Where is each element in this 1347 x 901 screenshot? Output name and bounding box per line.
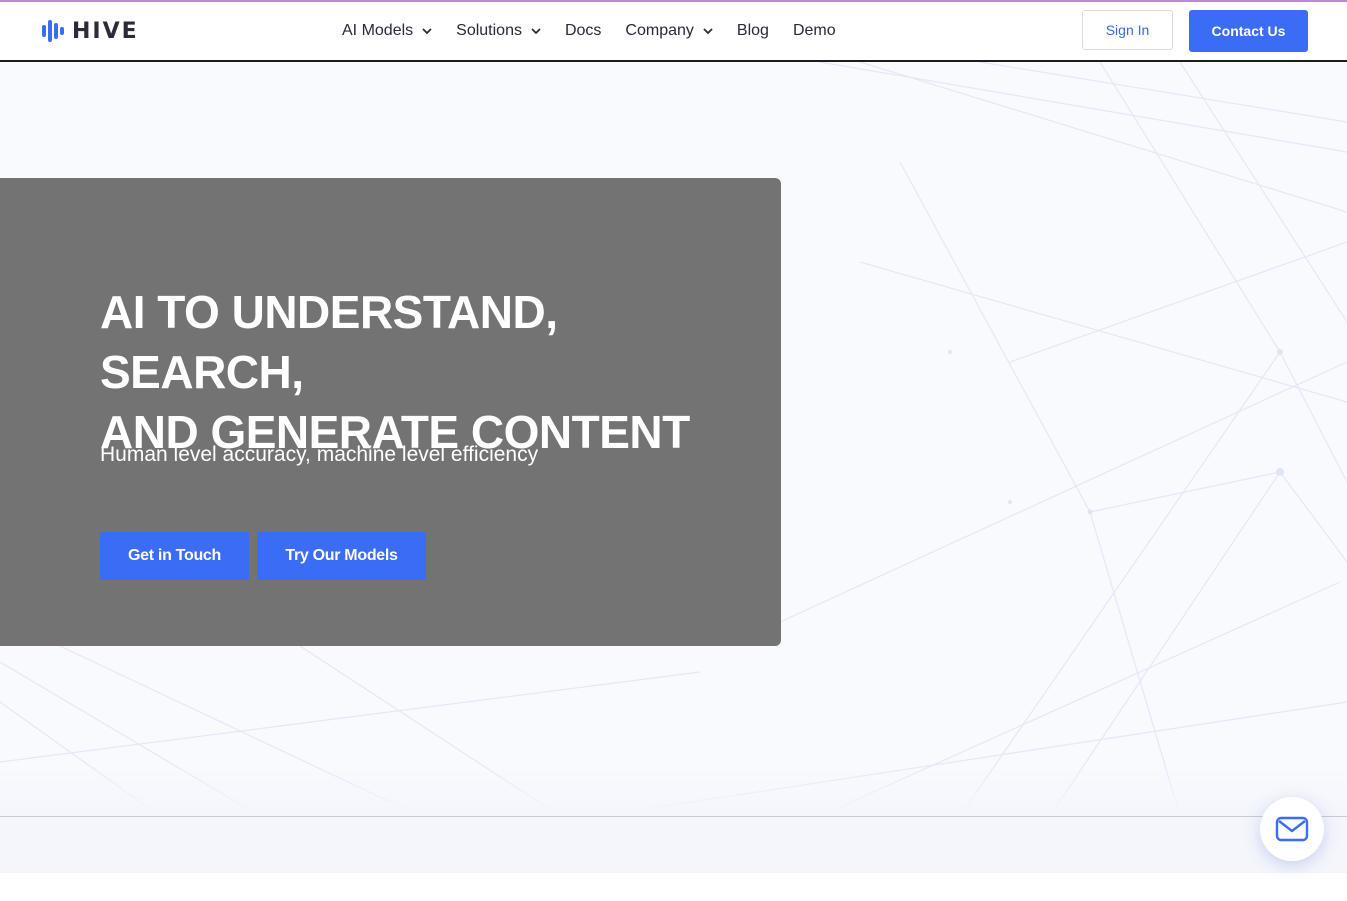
nav-item-solutions[interactable]: Solutions: [456, 22, 541, 40]
sign-in-button[interactable]: Sign In: [1082, 10, 1173, 50]
nav-item-label: AI Models: [342, 22, 414, 39]
try-our-models-button[interactable]: Try Our Models: [257, 532, 426, 580]
chat-widget-button[interactable]: [1260, 797, 1324, 861]
nav-item-docs[interactable]: Docs: [565, 22, 601, 40]
chevron-down-icon: [703, 27, 713, 34]
hero-title: AI TO UNDERSTAND, SEARCH, AND GENERATE C…: [100, 282, 770, 462]
chevron-down-icon: [531, 27, 541, 34]
mail-icon: [1275, 816, 1309, 842]
hero-title-line-1: AI TO UNDERSTAND, SEARCH,: [100, 286, 558, 398]
logo-text: HIVE: [72, 18, 139, 44]
nav-item-label: Docs: [564, 22, 602, 39]
hero-subtitle: Human level accuracy, machine level effi…: [100, 443, 539, 466]
hero-section: AI TO UNDERSTAND, SEARCH, AND GENERATE C…: [0, 62, 1347, 816]
nav-item-demo[interactable]: Demo: [793, 22, 836, 40]
nav-item-company[interactable]: Company: [625, 22, 713, 40]
nav-item-label: Blog: [736, 22, 769, 39]
nav-item-label: Company: [625, 22, 694, 39]
main-nav: AI Models Solutions Docs Company Blog De…: [342, 2, 860, 60]
lower-band: [0, 817, 1347, 873]
nav-item-label: Solutions: [456, 22, 522, 39]
nav-item-blog[interactable]: Blog: [737, 22, 769, 40]
hero-card: AI TO UNDERSTAND, SEARCH, AND GENERATE C…: [0, 178, 781, 646]
nav-item-ai-models[interactable]: AI Models: [342, 22, 432, 40]
chevron-down-icon: [422, 27, 432, 34]
contact-us-button[interactable]: Contact Us: [1189, 10, 1308, 52]
hive-bars-icon: [42, 20, 64, 42]
get-in-touch-button[interactable]: Get in Touch: [100, 532, 249, 580]
site-header: HIVE AI Models Solutions Docs Company Bl…: [0, 2, 1347, 62]
nav-item-label: Demo: [792, 22, 836, 39]
site-logo[interactable]: HIVE: [41, 16, 139, 46]
hero-fade: [0, 762, 1347, 816]
